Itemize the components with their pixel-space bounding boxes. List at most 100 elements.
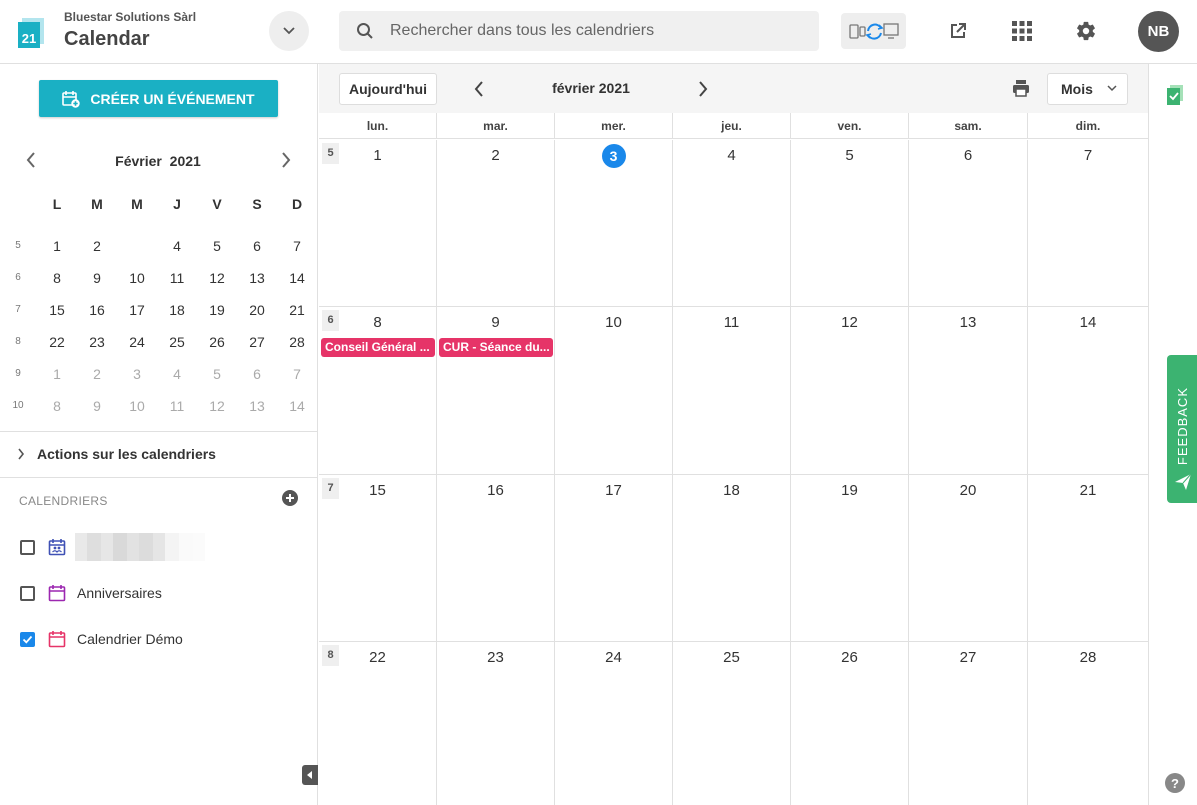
- add-calendar-button[interactable]: [281, 489, 299, 507]
- app-switcher-button[interactable]: [269, 11, 309, 51]
- day-number[interactable]: 19: [791, 482, 908, 499]
- day-number[interactable]: 7: [1028, 147, 1148, 164]
- mini-day[interactable]: 20: [241, 294, 273, 326]
- apps-grid-button[interactable]: [1008, 17, 1036, 45]
- week-number-badge[interactable]: 6: [322, 310, 339, 331]
- mini-day[interactable]: 14: [281, 262, 313, 294]
- day-number[interactable]: 12: [791, 314, 908, 331]
- mini-day[interactable]: 7: [281, 358, 313, 390]
- mini-day[interactable]: 26: [201, 326, 233, 358]
- day-cell[interactable]: 23: [437, 642, 555, 805]
- event-chip[interactable]: Conseil Général ...: [321, 338, 435, 357]
- day-cell[interactable]: 11: [673, 307, 791, 474]
- week-number-badge[interactable]: 7: [322, 478, 339, 499]
- week-number-badge[interactable]: 8: [322, 645, 339, 666]
- mini-day[interactable]: 2: [81, 358, 113, 390]
- calendar-item[interactable]: Calendrier Démo: [0, 619, 318, 659]
- mini-day[interactable]: 28: [281, 326, 313, 358]
- next-month-button[interactable]: [691, 77, 715, 101]
- day-cell[interactable]: 14: [1028, 307, 1148, 474]
- calendar-checkbox[interactable]: [20, 585, 35, 601]
- mini-day[interactable]: 19: [201, 294, 233, 326]
- collapse-sidebar-button[interactable]: [302, 765, 318, 785]
- calendar-item[interactable]: [0, 527, 318, 567]
- day-cell[interactable]: 2: [437, 140, 555, 306]
- calendar-item[interactable]: Anniversaires: [0, 573, 318, 613]
- mini-prev-month-button[interactable]: [19, 148, 43, 172]
- day-number[interactable]: 27: [909, 649, 1027, 666]
- day-number[interactable]: 26: [791, 649, 908, 666]
- day-number[interactable]: 23: [437, 649, 554, 666]
- open-external-button[interactable]: [944, 17, 972, 45]
- day-cell[interactable]: 21: [1028, 475, 1148, 641]
- mini-day[interactable]: 5: [201, 358, 233, 390]
- day-cell[interactable]: 9 CUR - Séance du...: [437, 307, 555, 474]
- mini-day[interactable]: 7: [281, 230, 313, 262]
- mini-day[interactable]: 6: [241, 230, 273, 262]
- calendar-checkbox[interactable]: [20, 539, 35, 555]
- mini-day[interactable]: 9: [81, 262, 113, 294]
- day-cell[interactable]: 8 6 Conseil Général ...: [319, 307, 437, 474]
- day-number[interactable]: 10: [555, 314, 672, 331]
- day-cell[interactable]: 6: [909, 140, 1028, 306]
- day-number[interactable]: 14: [1028, 314, 1148, 331]
- mini-day[interactable]: 12: [201, 390, 233, 422]
- mini-day[interactable]: 1: [41, 358, 73, 390]
- calendar-actions-toggle[interactable]: Actions sur les calendriers: [0, 432, 318, 476]
- mini-day[interactable]: 13: [241, 390, 273, 422]
- day-number[interactable]: 2: [437, 147, 554, 164]
- sync-devices-button[interactable]: [841, 13, 906, 49]
- mini-day[interactable]: 25: [161, 326, 193, 358]
- mini-day[interactable]: 12: [201, 262, 233, 294]
- event-chip[interactable]: CUR - Séance du...: [439, 338, 553, 357]
- day-cell[interactable]: 7: [1028, 140, 1148, 306]
- day-cell[interactable]: 22 8: [319, 642, 437, 805]
- day-number[interactable]: 11: [673, 314, 790, 331]
- day-cell[interactable]: 13: [909, 307, 1028, 474]
- calendar-checkbox[interactable]: [20, 631, 35, 647]
- mini-day[interactable]: 8: [41, 262, 73, 294]
- day-cell[interactable]: 24: [555, 642, 673, 805]
- mini-day[interactable]: 17: [121, 294, 153, 326]
- day-number[interactable]: 18: [673, 482, 790, 499]
- day-cell[interactable]: 4: [673, 140, 791, 306]
- mini-day[interactable]: 21: [281, 294, 313, 326]
- mini-day[interactable]: 9: [81, 390, 113, 422]
- day-number[interactable]: 3: [555, 144, 672, 168]
- day-number[interactable]: 21: [1028, 482, 1148, 499]
- mini-day[interactable]: 15: [41, 294, 73, 326]
- day-number[interactable]: 4: [673, 147, 790, 164]
- mini-day[interactable]: 2: [81, 230, 113, 262]
- day-cell[interactable]: 25: [673, 642, 791, 805]
- day-number[interactable]: 6: [909, 147, 1027, 164]
- day-number[interactable]: 24: [555, 649, 672, 666]
- mini-day[interactable]: 13: [241, 262, 273, 294]
- day-cell[interactable]: 18: [673, 475, 791, 641]
- mini-day[interactable]: 1: [41, 230, 73, 262]
- print-button[interactable]: [1012, 79, 1032, 99]
- mini-day[interactable]: 14: [281, 390, 313, 422]
- search-input[interactable]: [390, 22, 790, 40]
- user-avatar[interactable]: NB: [1138, 11, 1179, 52]
- mini-day[interactable]: 16: [81, 294, 113, 326]
- mini-day[interactable]: 3: [121, 230, 153, 262]
- tasks-app-icon[interactable]: [1166, 84, 1184, 106]
- mini-day[interactable]: 27: [241, 326, 273, 358]
- day-number[interactable]: 9: [437, 314, 554, 331]
- mini-day[interactable]: 8: [41, 390, 73, 422]
- feedback-button[interactable]: FEEDBACK: [1167, 355, 1197, 503]
- day-cell[interactable]: 15 7: [319, 475, 437, 641]
- prev-month-button[interactable]: [467, 77, 491, 101]
- day-cell[interactable]: 26: [791, 642, 909, 805]
- day-cell[interactable]: 28: [1028, 642, 1148, 805]
- week-number-badge[interactable]: 5: [322, 143, 339, 164]
- app-logo-icon[interactable]: 21: [16, 16, 48, 50]
- day-cell[interactable]: 16: [437, 475, 555, 641]
- day-cell[interactable]: 3: [555, 140, 673, 306]
- search-bar[interactable]: [339, 11, 819, 51]
- day-cell[interactable]: 17: [555, 475, 673, 641]
- day-number[interactable]: 16: [437, 482, 554, 499]
- day-number[interactable]: 5: [791, 147, 908, 164]
- view-select[interactable]: Mois: [1047, 73, 1128, 105]
- day-cell[interactable]: 15: [319, 140, 437, 306]
